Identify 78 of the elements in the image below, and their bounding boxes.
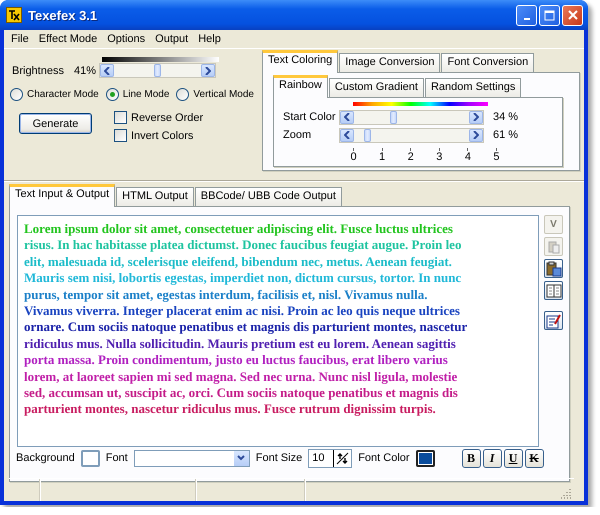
resize-grip-icon[interactable] <box>561 488 572 499</box>
text-line: purus, tempor sit amet, egestas interdum, facilisis et, nisl. Vivamus nulla. <box>24 286 428 304</box>
maximize-button[interactable] <box>539 4 560 26</box>
text-line: Lorem ipsum dolor sit amet, consectetuer adipiscing elit. Fusce luctus ultrices <box>24 221 454 238</box>
text-line: ornare. Cum sociis natoque penatibus et magnis dis parturient montes, nascetur <box>24 319 468 336</box>
radio-button[interactable] <box>106 88 119 101</box>
scale-label: 5 <box>492 148 500 163</box>
tab[interactable]: Random Settings <box>424 78 522 97</box>
menu-item[interactable]: File <box>6 33 34 45</box>
slider-thumb[interactable] <box>390 110 398 124</box>
menu-item[interactable]: Effect Mode <box>34 33 102 45</box>
text-line: parturient montes, nascetur ridiculus mus. Fusce rutrum dignissim turpis. <box>24 401 437 418</box>
app-logo-icon <box>6 7 22 23</box>
tab[interactable]: Rainbow <box>273 75 328 98</box>
tab[interactable]: HTML Output <box>116 187 194 206</box>
radio-button[interactable] <box>176 88 190 101</box>
slider-label: Zoom <box>283 129 312 141</box>
slider-thumb[interactable] <box>364 128 372 142</box>
italic-button[interactable]: I <box>482 448 502 468</box>
text-line: lorem, at laoreet sapien mi sed magna. Sed nec urna. Nunc nisl ligula, molestie <box>24 368 458 386</box>
slider-thumb[interactable] <box>154 64 161 77</box>
checkbox-label: Invert Colors <box>131 130 194 142</box>
edit-button[interactable] <box>544 311 563 330</box>
scrollbar-slider[interactable] <box>339 128 484 142</box>
scale-label: 4 <box>464 148 472 163</box>
background-label: Background <box>16 452 75 464</box>
spinner-icon[interactable] <box>333 450 352 466</box>
slider-label: Start Color <box>283 111 337 123</box>
menu-item[interactable]: Options <box>102 33 150 45</box>
font-label: Font <box>106 452 128 464</box>
font-size-label: Font Size <box>256 452 302 464</box>
scale-label: 3 <box>436 148 443 163</box>
maximize-icon <box>544 10 555 20</box>
tab[interactable]: Custom Gradient <box>328 78 424 97</box>
checkbox-label: Reverse Order <box>131 112 204 124</box>
tab[interactable]: Image Conversion <box>339 53 440 72</box>
brightness-label: Brightness <box>12 65 64 77</box>
font-color-label: Font Color <box>358 452 410 464</box>
slider-value: 61 % <box>493 129 518 141</box>
slider-value: 34 % <box>493 111 518 123</box>
bold-button[interactable]: B <box>462 448 481 468</box>
text-line: risus. In hac habitasse platea dictumst. Donec faucibus feugiat augue. Proin leo <box>24 237 462 254</box>
close-button[interactable] <box>562 4 583 26</box>
minimize-button[interactable] <box>516 4 537 26</box>
scrollbar-slider[interactable] <box>99 63 216 78</box>
window-title: Texefex 3.1 <box>28 8 98 22</box>
strikethrough-button[interactable]: K <box>524 448 544 468</box>
text-line: ridiculus mus. Nulla sollicitudin. Mauris pretium est eu lorem. Aenean sagittis <box>24 336 457 352</box>
close-icon <box>568 10 578 20</box>
brightness-value: 41% <box>74 65 96 77</box>
scale-label: 1 <box>378 148 386 163</box>
radio-label: Line Mode <box>122 89 170 100</box>
text-line: Vivamus viverra. Integer placerat enim ac nisi. Proin ac leo quis neque ultrices <box>24 303 461 320</box>
text-line: Mauris sem nisi, lobortis egestas, imperdiet non, dictum cursus, tortor. In nunc <box>24 270 462 287</box>
underline-button[interactable]: U <box>504 448 523 468</box>
radio-label: Vertical Mode <box>193 89 254 100</box>
tab[interactable]: Text Input & Output <box>9 184 116 207</box>
radio-button[interactable] <box>10 88 23 101</box>
text-area[interactable] <box>17 215 539 447</box>
font-size-field[interactable]: 10 <box>308 448 352 468</box>
checkbox[interactable] <box>114 129 127 142</box>
text-line: sed, accumsan ut, suscipit ac, orci. Cum sociis natoque penatibus et magnis dis <box>24 385 459 402</box>
radio-label: Character Mode <box>27 89 99 100</box>
scale-label: 2 <box>407 148 414 163</box>
menu-item[interactable]: Help <box>193 33 226 45</box>
tab[interactable]: BBCode/ UBB Code Output <box>194 187 342 206</box>
columns-button[interactable] <box>544 281 563 300</box>
text-line: porta massa. Proin condimentum, justo eu luctus faucibus, erat libero varius <box>24 352 449 369</box>
tab[interactable]: Font Conversion <box>441 53 534 72</box>
minimize-icon <box>524 18 530 20</box>
menu-item[interactable]: Output <box>150 33 194 45</box>
text-line: elit, malesuada id, scelerisque eleifend, bibendum nec, metus. Aenean feugiat. <box>24 254 453 270</box>
tab[interactable]: Text Coloring <box>262 50 338 73</box>
checkbox[interactable] <box>114 111 127 124</box>
clipboard-button[interactable] <box>544 259 563 278</box>
scale-label: 0 <box>350 148 357 163</box>
scrollbar-slider[interactable] <box>339 110 484 124</box>
generate-button[interactable]: Generate <box>19 113 92 134</box>
